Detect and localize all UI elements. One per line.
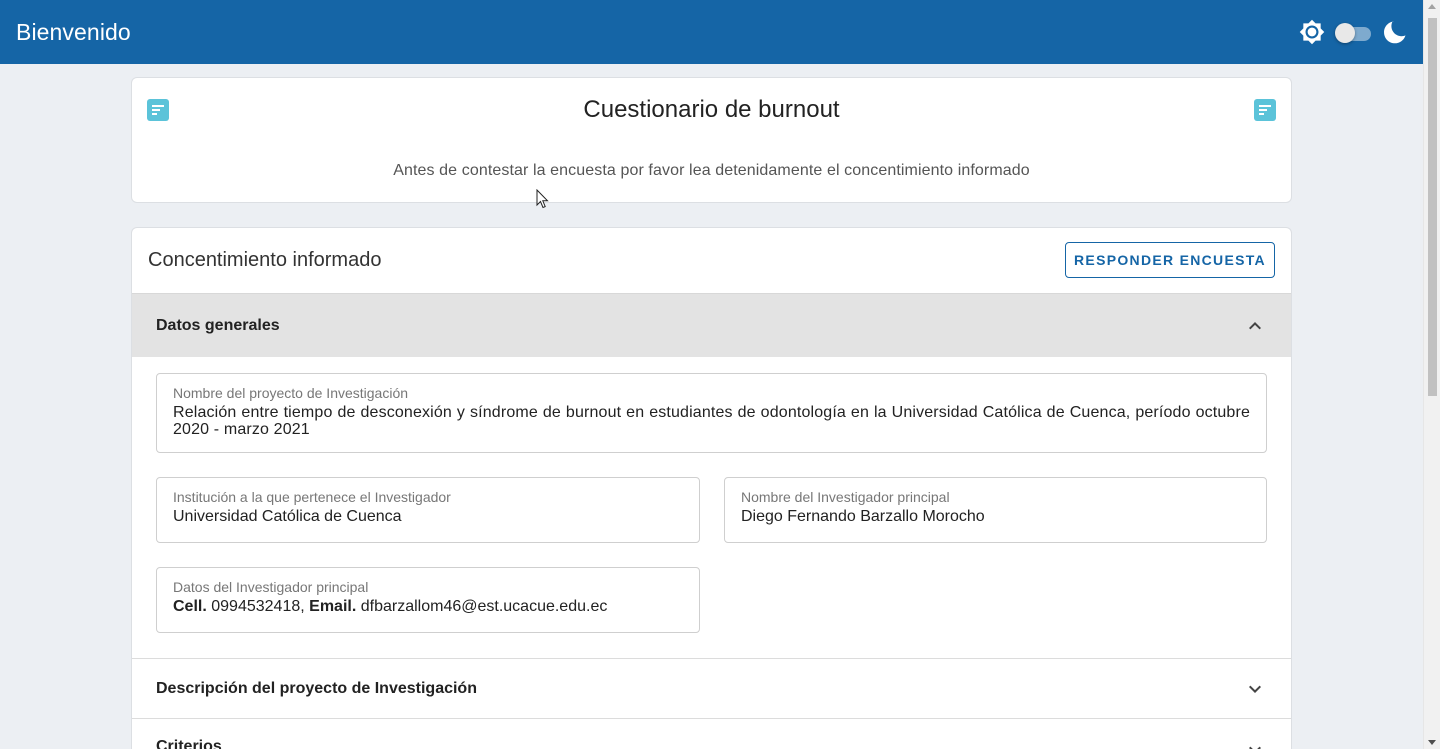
panel-title: Criterios bbox=[156, 738, 222, 749]
panel-title: Descripción del proyecto de Investigació… bbox=[156, 679, 477, 697]
moon-icon bbox=[1384, 21, 1406, 44]
project-name-field: Nombre del proyecto de Investigación Rel… bbox=[156, 373, 1267, 453]
cell-value: 0994532418, bbox=[211, 598, 305, 615]
respond-survey-button[interactable]: RESPONDER ENCUESTA bbox=[1065, 242, 1275, 278]
consent-title: Concentimiento informado bbox=[148, 249, 382, 271]
field-label: Datos del Investigador principal bbox=[173, 579, 369, 595]
page-scrollbar[interactable] bbox=[1423, 0, 1440, 749]
chevron-down-icon bbox=[1249, 685, 1261, 693]
survey-subtitle: Antes de contestar la encuesta por favor… bbox=[393, 162, 1030, 179]
app-title: Bienvenido bbox=[16, 18, 131, 45]
panel-header-datos-generales[interactable]: Datos generales bbox=[132, 293, 1291, 357]
institution-field: Institución a la que pertenece el Invest… bbox=[156, 477, 700, 543]
consent-card: Concentimiento informado RESPONDER ENCUE… bbox=[131, 227, 1292, 749]
scrollbar-thumb[interactable] bbox=[1428, 18, 1437, 396]
panel-title: Datos generales bbox=[156, 316, 280, 334]
theme-controls bbox=[1299, 19, 1407, 45]
field-value: Diego Fernando Barzallo Morocho bbox=[741, 508, 985, 525]
mouse-cursor-icon bbox=[536, 189, 549, 209]
scroll-down-arrow-icon[interactable] bbox=[1428, 740, 1436, 745]
principal-researcher-field: Nombre del Investigador principal Diego … bbox=[724, 477, 1267, 543]
chevron-down-icon bbox=[1249, 746, 1261, 749]
toggle-thumb bbox=[1335, 23, 1355, 43]
email-label: Email. bbox=[309, 598, 357, 615]
app-bar: Bienvenido bbox=[0, 0, 1423, 64]
chevron-up-icon bbox=[1249, 321, 1261, 329]
field-label: Nombre del Investigador principal bbox=[741, 489, 950, 505]
field-value: Cell. 0994532418, Email. dfbarzallom46@e… bbox=[173, 598, 683, 615]
survey-title: Cuestionario de burnout bbox=[583, 96, 840, 123]
field-value: Relación entre tiempo de desconexión y s… bbox=[173, 404, 1250, 438]
researcher-contact-field: Datos del Investigador principal Cell. 0… bbox=[156, 567, 700, 633]
theme-toggle-switch[interactable] bbox=[1335, 22, 1371, 43]
email-value: dfbarzallom46@est.ucacue.edu.ec bbox=[360, 598, 608, 615]
cell-label: Cell. bbox=[173, 598, 207, 615]
panel-header-criterios[interactable]: Criterios bbox=[132, 718, 1291, 749]
sun-icon bbox=[1299, 19, 1325, 45]
survey-header-card: Cuestionario de burnout Antes de contest… bbox=[131, 77, 1292, 203]
field-label: Nombre del proyecto de Investigación bbox=[173, 385, 409, 401]
panel-header-descripcion[interactable]: Descripción del proyecto de Investigació… bbox=[132, 658, 1291, 718]
field-label: Institución a la que pertenece el Invest… bbox=[173, 489, 451, 505]
scroll-up-arrow-icon[interactable] bbox=[1428, 4, 1436, 9]
field-value: Universidad Católica de Cuenca bbox=[173, 508, 402, 525]
